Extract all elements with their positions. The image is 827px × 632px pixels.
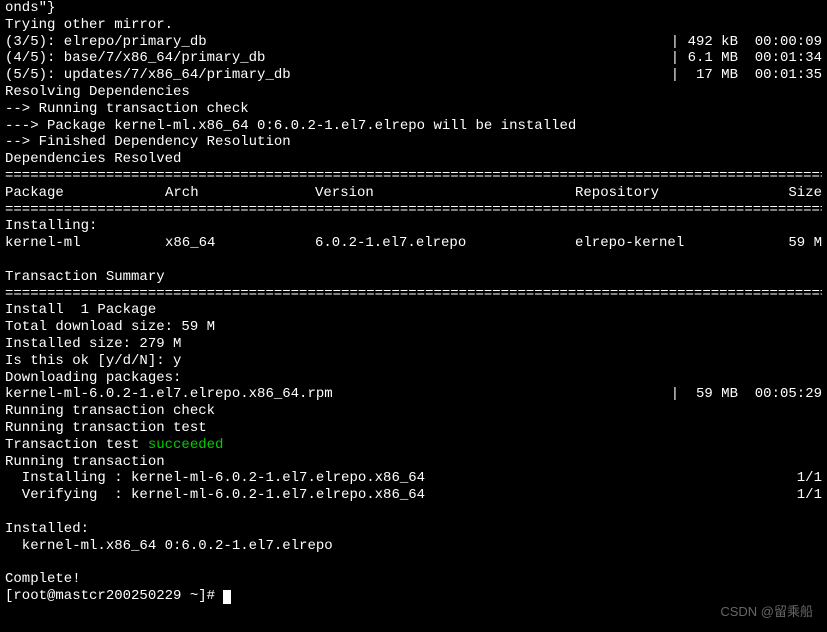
- output-line: [5, 554, 822, 571]
- tx-test-line: Transaction test succeeded: [5, 437, 822, 454]
- install-step: Verifying : kernel-ml-6.0.2-1.el7.elrepo…: [5, 487, 822, 504]
- shell-prompt[interactable]: [root@mastcr200250229 ~]#: [5, 588, 231, 604]
- table-row: kernel-ml x86_64 6.0.2-1.el7.elrepo elre…: [5, 235, 822, 252]
- installed-pkg: kernel-ml.x86_64 0:6.0.2-1.el7.elrepo: [5, 538, 822, 555]
- succeeded-status: succeeded: [148, 437, 224, 453]
- output-line: Installed size: 279 M: [5, 336, 822, 353]
- separator-line: ========================================…: [5, 202, 822, 219]
- cell-version: 6.0.2-1.el7.elrepo: [315, 235, 575, 252]
- column-header: Repository: [575, 185, 770, 202]
- output-line: Dependencies Resolved: [5, 151, 822, 168]
- tx-summary-label: Transaction Summary: [5, 269, 822, 286]
- download-line: (5/5): updates/7/x86_64/primary_db | 17 …: [5, 67, 822, 84]
- output-line: Is this ok [y/d/N]: y: [5, 353, 822, 370]
- separator-line: ========================================…: [5, 168, 822, 185]
- column-header: Arch: [165, 185, 315, 202]
- cursor-icon: [223, 590, 231, 604]
- watermark: CSDN @留乘船: [720, 604, 813, 620]
- output-line: --> Finished Dependency Resolution: [5, 134, 822, 151]
- cell-repo: elrepo-kernel: [575, 235, 770, 252]
- output-line: Running transaction check: [5, 403, 822, 420]
- cell-package: kernel-ml: [5, 235, 165, 252]
- output-line: Running transaction test: [5, 420, 822, 437]
- cell-arch: x86_64: [165, 235, 315, 252]
- download-line: (3/5): elrepo/primary_db | 492 kB 00:00:…: [5, 34, 822, 51]
- output-line: [5, 504, 822, 521]
- install-count: Install 1 Package: [5, 302, 822, 319]
- cell-size: 59 M: [770, 235, 822, 252]
- table-header: Package Arch Version Repository Size: [5, 185, 822, 202]
- output-line: Running transaction: [5, 454, 822, 471]
- output-line: Total download size: 59 M: [5, 319, 822, 336]
- terminal-output[interactable]: onds"} Trying other mirror. (3/5): elrep…: [5, 0, 822, 605]
- output-line: [5, 252, 822, 269]
- output-line: Trying other mirror.: [5, 17, 822, 34]
- output-line: onds"}: [5, 0, 822, 17]
- installing-label: Installing:: [5, 218, 822, 235]
- complete-label: Complete!: [5, 571, 822, 588]
- output-line: Downloading packages:: [5, 370, 822, 387]
- output-line: --> Running transaction check: [5, 101, 822, 118]
- installed-label: Installed:: [5, 521, 822, 538]
- separator-line: ========================================…: [5, 286, 822, 303]
- column-header: Size: [770, 185, 822, 202]
- download-line: kernel-ml-6.0.2-1.el7.elrepo.x86_64.rpm …: [5, 386, 822, 403]
- download-line: (4/5): base/7/x86_64/primary_db | 6.1 MB…: [5, 50, 822, 67]
- output-line: Resolving Dependencies: [5, 84, 822, 101]
- column-header: Version: [315, 185, 575, 202]
- column-header: Package: [5, 185, 165, 202]
- install-step: Installing : kernel-ml-6.0.2-1.el7.elrep…: [5, 470, 822, 487]
- output-line: ---> Package kernel-ml.x86_64 0:6.0.2-1.…: [5, 118, 822, 135]
